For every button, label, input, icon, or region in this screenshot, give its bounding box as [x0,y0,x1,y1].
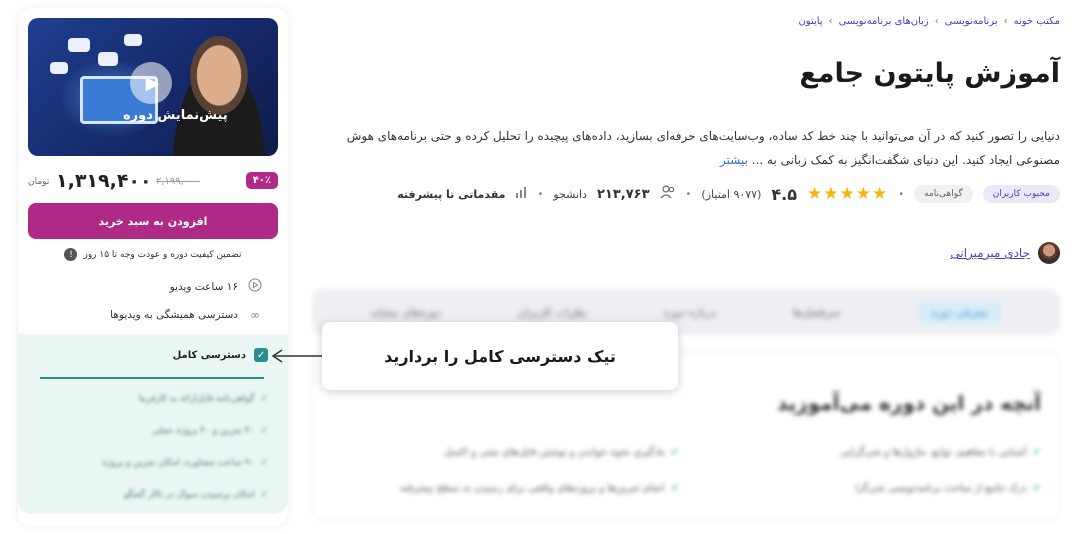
full-access-panel: ✓ دسترسی کامل ✓ گواهی‌نامه قابل‌ارائه به … [18,334,288,514]
instructor-name[interactable]: جادی میرمیرانی [950,246,1030,260]
course-stats: محبوب کاربران گواهی‌نامه • ★★★★★ ۴.۵ (۹۰… [397,184,1060,204]
tab-syllabus[interactable]: سرفصل‌ها [793,306,841,319]
rating-count: (۹۰۷۷ امتیاز) [701,187,762,201]
check-icon: ✓ [260,426,268,436]
chat-bubble-icon [50,62,68,74]
access-item: ✓ گواهی‌نامه قابل‌ارائه به کارفرما [139,394,268,404]
access-item-text: ۳۰ تمرین و ۴۰ پروژه عملی [152,426,255,436]
description-text: دنیایی را تصور کنید که در آن می‌توانید ب… [346,129,1060,167]
check-icon: ✔ [670,447,679,458]
tab-intro[interactable]: معرفی دوره [917,299,1002,325]
instructor[interactable]: جادی میرمیرانی [950,242,1060,264]
video-preview[interactable]: ▶ پیش‌نمایش دوره [28,18,278,156]
guarantee-note: تضمین کیفیت دوره و عودت وجه تا ۱۵ روز ! [28,248,278,261]
play-icon[interactable]: ▶ [130,62,172,104]
rating-value: ۴.۵ [771,184,798,204]
access-item: ✓ امکان پرسیدن سوال در تالار گفتگو [124,490,268,500]
breadcrumb: مکتب خونه › برنامه‌نویسی › زبان‌های برنا… [798,16,1060,27]
learn-item: ✔ درک جامع از مباحث برنامه‌نویسی شی‌گرا [855,483,1041,494]
check-icon: ✔ [1032,447,1041,458]
learn-item-text: درک جامع از مباحث برنامه‌نویسی شی‌گرا [854,483,1027,494]
access-item-text: امکان پرسیدن سوال در تالار گفتگو [123,490,255,500]
infinity-icon: ∞ [250,308,260,322]
full-access-checkbox[interactable]: ✓ [254,348,268,362]
learn-title: آنچه در این دوره می‌آموزید [777,391,1041,415]
popular-badge: محبوب کاربران [982,185,1060,203]
access-item-text: ۹۰ ساعت مشاوره، امکان تمرین و پروژه [102,458,255,468]
learn-item-text: انجام تمرین‌ها و پروژه‌های واقعی برای رس… [399,483,665,494]
learn-item: ✔ انجام تمرین‌ها و پروژه‌های واقعی برای ر… [400,483,679,494]
chat-bubble-icon [98,52,118,66]
full-access-label: دسترسی کامل [172,349,246,361]
full-access-option[interactable]: ✓ دسترسی کامل [173,348,268,362]
breadcrumb-item[interactable]: پایتون [798,16,822,27]
chevron-left-icon: › [934,16,939,27]
chat-bubble-icon [68,38,90,52]
currency-label: تومان [28,177,50,187]
breadcrumb-item[interactable]: مکتب خونه [1014,16,1060,27]
learn-item-text: آشنایی با مفاهیم، توابع، ماژول‌ها و شی‌گ… [840,447,1027,458]
breadcrumb-item[interactable]: برنامه‌نویسی [945,16,998,27]
play-circle-icon [248,278,262,295]
tab-reviews[interactable]: نظرات کاربران [518,306,587,319]
star-rating-icon: ★★★★★ [807,184,889,204]
discount-badge: ۴۰٪ [245,172,278,189]
chevron-left-icon: › [828,16,833,27]
access-item: ✓ ۹۰ ساعت مشاوره، امکان تمرین و پروژه [102,458,268,468]
check-icon: ✓ [260,458,268,468]
instructor-photo [160,32,278,156]
info-icon[interactable]: ! [64,248,78,261]
course-description: دنیایی را تصور کنید که در آن می‌توانید ب… [328,124,1060,172]
students-count: ۲۱۳,۷۶۳ [596,186,650,202]
access-item: ✓ ۳۰ تمرین و ۴۰ پروژه عملی [152,426,268,436]
learn-item-text: یادگیری نحوه خواندن و نوشتن فایل‌های متن… [443,447,665,458]
current-price: ۱,۳۱۹,۴۰۰ [56,170,152,192]
tab-similar[interactable]: دوره‌های مشابه [370,306,441,319]
chevron-left-icon: › [1003,16,1008,27]
preview-label: پیش‌نمایش دوره [123,108,228,123]
separator-dot: • [898,188,905,200]
access-item-text: گواهی‌نامه قابل‌ارائه به کارفرما [138,394,255,404]
instruction-callout: تیک دسترسی کامل را بردارید [322,322,678,390]
purchase-card: ▶ پیش‌نمایش دوره ۴۰٪ ۲,۱۹۹,۰۰۰ ۱,۳۱۹,۴۰۰… [18,8,288,526]
certificate-badge: گواهی‌نامه [914,185,973,203]
feature-label: دسترسی همیشگی به ویدیوها [110,309,238,321]
old-price: ۲,۱۹۹,۰۰۰ [156,176,200,187]
feature-video-hours: ۱۶ ساعت ویدیو [28,278,274,295]
learn-item: ✔ آشنایی با مفاهیم، توابع، ماژول‌ها و شی‌… [840,447,1041,458]
add-to-cart-button[interactable]: افزودن به سبد خرید [28,203,278,239]
separator-dot: • [685,188,692,200]
check-icon: ✔ [1032,483,1041,494]
tab-about[interactable]: درباره دوره [664,306,716,319]
chat-bubble-icon [124,34,142,46]
guarantee-text: تضمین کیفیت دوره و عودت وجه تا ۱۵ روز [83,249,242,260]
divider [40,377,264,379]
students-label: دانشجو [553,187,587,201]
read-more-link[interactable]: بیشتر [720,153,748,167]
learn-item: ✔ یادگیری نحوه خواندن و نوشتن فایل‌های مت… [444,447,679,458]
course-level: مقدماتی تا پیشرفته [397,187,506,201]
feature-label: ۱۶ ساعت ویدیو [169,280,238,293]
check-icon: ✓ [260,490,268,500]
feature-lifetime-access: ∞ دسترسی همیشگی به ویدیوها [28,308,274,322]
check-icon: ✔ [670,483,679,494]
avatar [1038,242,1060,264]
breadcrumb-item[interactable]: زبان‌های برنامه‌نویسی [839,16,929,27]
check-icon: ✓ [260,394,268,404]
separator-dot: • [537,188,544,200]
level-bars-icon [515,186,527,202]
users-icon [660,185,676,203]
price-row: ۴۰٪ ۲,۱۹۹,۰۰۰ ۱,۳۱۹,۴۰۰ تومان [28,170,278,194]
page-title: آموزش پایتون جامع [799,58,1060,89]
